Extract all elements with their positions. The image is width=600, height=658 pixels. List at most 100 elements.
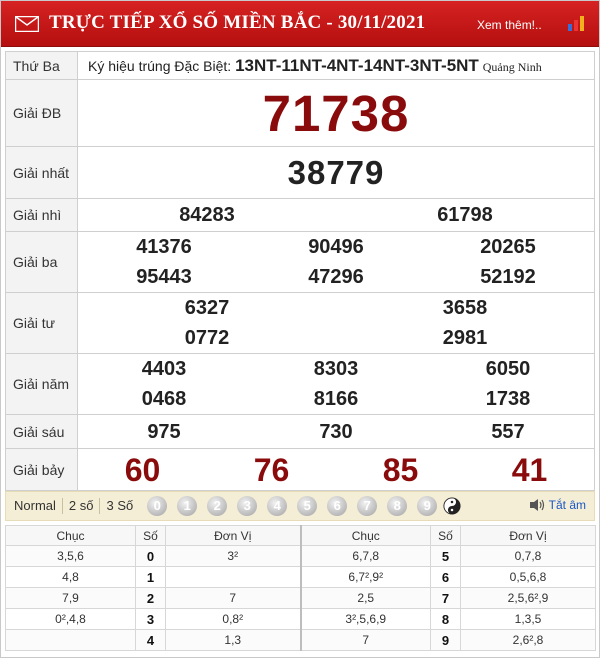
loto-cell: 3²,5,6,9 bbox=[299, 608, 431, 630]
digit-button-2[interactable]: 2 bbox=[207, 496, 228, 516]
special-code-label: Ký hiệu trúng Đặc Biệt: bbox=[88, 57, 232, 74]
prize-number: 557 bbox=[491, 420, 525, 443]
prize-number: 4403 bbox=[141, 358, 187, 380]
loto-head-digit: 1 bbox=[135, 566, 166, 588]
loto-head-digit: 2 bbox=[135, 587, 166, 609]
loto-cell: 2,6²,8 bbox=[460, 629, 596, 651]
digit-button-1[interactable]: 1 bbox=[177, 496, 198, 516]
day-label: Thứ Ba bbox=[5, 51, 78, 80]
sound-toggle-label: Tắt âm bbox=[548, 498, 586, 512]
loto-cell: 0,7,8 bbox=[460, 545, 596, 567]
loto-head-digit: 0 bbox=[135, 545, 166, 567]
tab-normal[interactable]: Normal bbox=[6, 498, 63, 514]
prize-label-ba: Giải ba bbox=[5, 231, 78, 293]
prize-number: 85 bbox=[382, 451, 419, 488]
loto-cell: 1,3 bbox=[165, 629, 301, 651]
loto-cell: 1,3,5 bbox=[460, 608, 596, 630]
loto-cell: 7 bbox=[299, 629, 431, 651]
digit-button-0[interactable]: 0 bbox=[147, 496, 168, 516]
prize-label-db: Giải ĐB bbox=[5, 79, 78, 147]
special-code-value: 13NT-11NT-4NT-14NT-3NT-5NT bbox=[235, 55, 479, 75]
loto-cell: 6,7²,9² bbox=[299, 566, 431, 588]
loto-cell: 3,5,6 bbox=[5, 545, 136, 567]
digit-button-7[interactable]: 7 bbox=[357, 496, 378, 516]
prize-number: 61798 bbox=[437, 204, 493, 226]
loto-cell: 7,9 bbox=[5, 587, 136, 609]
prize-number: 2981 bbox=[442, 327, 488, 349]
digit-button-3[interactable]: 3 bbox=[237, 496, 258, 516]
prize-number: 52192 bbox=[480, 266, 536, 288]
column-header: Chục bbox=[299, 525, 431, 546]
tab-2-so[interactable]: 2 số bbox=[63, 498, 101, 514]
results-widget: TRỰC TIẾP XỔ SỐ MIỀN BẮC - 30/11/2021 Xe… bbox=[0, 0, 600, 658]
digit-button-6[interactable]: 6 bbox=[327, 496, 348, 516]
loto-cell: 7 bbox=[165, 587, 301, 609]
loto-table: Chục Số Đơn Vị Chục Số Đơn Vị 3,5,6 0 3²… bbox=[5, 525, 596, 651]
digit-filter: 0 1 2 3 4 5 6 7 8 9 bbox=[147, 496, 447, 516]
prize-number: 6050 bbox=[485, 358, 531, 380]
loto-cell bbox=[165, 566, 301, 588]
loto-head-digit: 8 bbox=[430, 608, 461, 630]
special-prize-number: 71738 bbox=[262, 84, 410, 142]
digit-button-8[interactable]: 8 bbox=[387, 496, 408, 516]
prize-label-nhat: Giải nhất bbox=[5, 146, 78, 199]
sound-toggle[interactable]: Tắt âm bbox=[529, 498, 586, 512]
prize-label-sau: Giải sáu bbox=[5, 414, 78, 449]
prize-number: 41376 bbox=[136, 236, 192, 258]
prize-number: 60 bbox=[124, 451, 161, 488]
speaker-icon bbox=[529, 499, 544, 511]
prize-number: 20265 bbox=[480, 236, 536, 258]
loto-cell: 3² bbox=[165, 545, 301, 567]
prize-label-nam: Giải năm bbox=[5, 353, 78, 415]
loto-cell: 2,5,6²,9 bbox=[460, 587, 596, 609]
loto-header-row: Chục Số Đơn Vị Chục Số Đơn Vị bbox=[5, 525, 596, 546]
loto-cell: 0²,4,8 bbox=[5, 608, 136, 630]
prize-label-bay: Giải bảy bbox=[5, 448, 78, 491]
prize-number: 84283 bbox=[179, 204, 235, 226]
prize-number: 6327 bbox=[184, 297, 230, 319]
loto-cell: 4,8 bbox=[5, 566, 136, 588]
yin-yang-icon[interactable] bbox=[443, 497, 461, 515]
loto-head-digit: 6 bbox=[430, 566, 461, 588]
digit-button-5[interactable]: 5 bbox=[297, 496, 318, 516]
first-prize-number: 38779 bbox=[287, 153, 385, 191]
loto-head-digit: 9 bbox=[430, 629, 461, 651]
table-row: 0²,4,8 3 0,8² 3²,5,6,9 8 1,3,5 bbox=[5, 608, 596, 630]
prize-number: 76 bbox=[253, 451, 290, 488]
bar-chart-icon[interactable] bbox=[567, 14, 585, 32]
prize-number: 975 bbox=[147, 420, 181, 443]
tab-3-so[interactable]: 3 Số bbox=[100, 498, 139, 514]
filter-bar: Normal 2 số 3 Số 0 1 2 3 4 5 6 7 8 9 Tắt… bbox=[5, 491, 595, 521]
prize-label-nhi: Giải nhì bbox=[5, 198, 78, 232]
mail-icon bbox=[15, 16, 39, 32]
column-header: Số bbox=[135, 525, 166, 546]
prize-number: 3658 bbox=[442, 297, 488, 319]
prize-number: 0468 bbox=[141, 388, 187, 410]
prize-number: 8166 bbox=[313, 388, 359, 410]
column-header: Đơn Vị bbox=[165, 525, 301, 546]
column-header: Số bbox=[430, 525, 461, 546]
table-row: 7,9 2 7 2,5 7 2,5,6²,9 bbox=[5, 587, 596, 609]
loto-head-digit: 7 bbox=[430, 587, 461, 609]
prize-number: 95443 bbox=[136, 266, 192, 288]
prize-label-tu: Giải tư bbox=[5, 292, 78, 354]
see-more-link[interactable]: Xem thêm!.. bbox=[477, 18, 542, 32]
digit-button-4[interactable]: 4 bbox=[267, 496, 288, 516]
loto-cell: 6,7,8 bbox=[299, 545, 431, 567]
loto-head-digit: 3 bbox=[135, 608, 166, 630]
table-row: 3,5,6 0 3² 6,7,8 5 0,7,8 bbox=[5, 545, 596, 567]
results-table: Thứ Ba Ký hiệu trúng Đặc Biệt: 13NT-11NT… bbox=[5, 51, 595, 491]
header-bar: TRỰC TIẾP XỔ SỐ MIỀN BẮC - 30/11/2021 Xe… bbox=[1, 1, 599, 47]
loto-head-digit: 4 bbox=[135, 629, 166, 651]
loto-cell: 0,8² bbox=[165, 608, 301, 630]
province-name: Quảng Ninh bbox=[482, 59, 542, 74]
loto-cell bbox=[5, 629, 136, 651]
page-title: TRỰC TIẾP XỔ SỐ MIỀN BẮC - 30/11/2021 bbox=[49, 12, 426, 33]
digit-button-9[interactable]: 9 bbox=[417, 496, 438, 516]
column-header: Chục bbox=[5, 525, 136, 546]
prize-number: 0772 bbox=[184, 327, 230, 349]
special-code-line: Ký hiệu trúng Đặc Biệt: 13NT-11NT-4NT-14… bbox=[78, 56, 594, 76]
prize-number: 90496 bbox=[308, 236, 364, 258]
prize-number: 730 bbox=[319, 420, 353, 443]
prize-number: 8303 bbox=[313, 358, 359, 380]
